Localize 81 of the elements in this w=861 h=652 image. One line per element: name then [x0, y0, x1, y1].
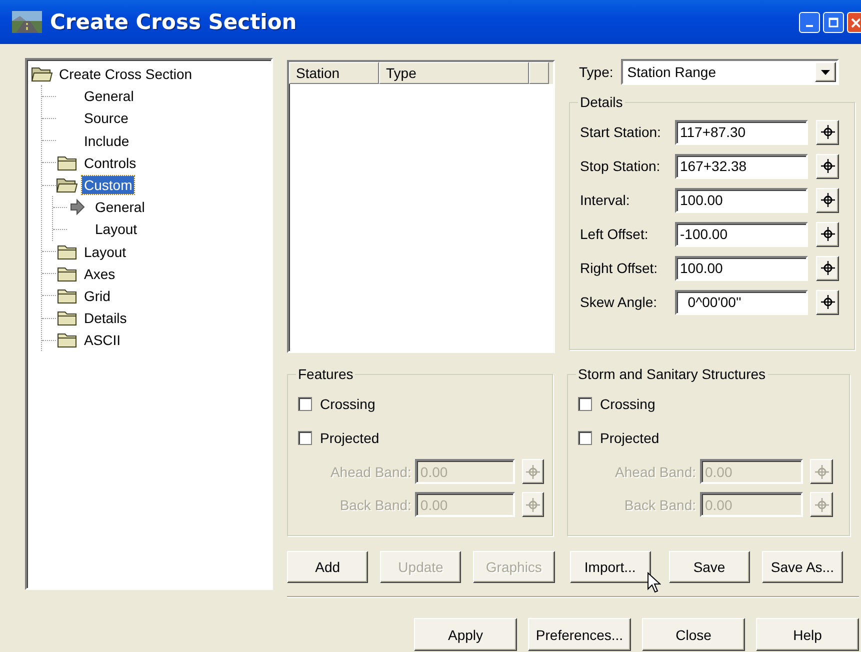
checkbox[interactable] [298, 431, 312, 445]
tree-item[interactable]: Layout [82, 242, 128, 261]
group-title: Details [578, 94, 625, 110]
checkbox-label: Crossing [600, 396, 656, 412]
close-button[interactable] [847, 12, 861, 32]
close-icon [850, 16, 860, 28]
field-label: Ahead Band: [614, 464, 697, 480]
action-button[interactable]: Import... [570, 551, 651, 583]
column-header[interactable]: Type [379, 62, 529, 84]
tree-item[interactable]: Custom [82, 176, 134, 194]
dialog-button[interactable]: Preferences... [528, 618, 631, 651]
type-dropdown[interactable]: Station Range [621, 59, 840, 85]
tree-item[interactable]: General [82, 87, 136, 106]
input-field[interactable]: 167+32.38 [675, 154, 808, 178]
dropdown-button[interactable] [815, 62, 836, 82]
window-title: Create Cross Section [50, 10, 297, 34]
minimize-button[interactable] [799, 12, 820, 32]
input-field[interactable]: -100.00 [675, 222, 808, 246]
tree-item[interactable]: Controls [82, 154, 138, 172]
pick-button[interactable] [816, 290, 839, 314]
field-label: Back Band: [623, 496, 697, 512]
dialog-button[interactable]: Apply [414, 618, 517, 651]
dialog-button[interactable]: Help [756, 618, 859, 651]
field-label: Ahead Band: [329, 464, 412, 480]
tree-item[interactable]: ASCII [82, 331, 123, 350]
checkbox-label: Projected [600, 430, 660, 446]
checkbox[interactable] [578, 431, 592, 445]
crosshair-icon [526, 498, 540, 512]
checkbox[interactable] [578, 397, 592, 411]
field-label: Back Band: [338, 496, 412, 512]
app-icon [12, 11, 42, 33]
caret-icon [821, 70, 830, 74]
crosshair-icon [526, 464, 540, 478]
maximize-button[interactable] [823, 12, 844, 32]
field-label: Skew Angle: [580, 294, 658, 310]
input-field[interactable]: 100.00 [675, 256, 808, 280]
type-label: Type: [579, 64, 614, 80]
input-field[interactable]: 117+87.30 [675, 120, 808, 144]
checkbox[interactable] [298, 397, 312, 411]
station-list[interactable]: Station Type [287, 60, 555, 353]
action-button[interactable]: Save [668, 551, 750, 583]
action-button[interactable]: Save As... [762, 551, 844, 583]
minimize-icon [806, 25, 813, 27]
crosshair-icon [820, 295, 834, 309]
crosshair-icon [820, 125, 834, 139]
tree-item[interactable]: Include [82, 132, 132, 150]
field-label: Start Station: [580, 124, 662, 140]
crosshair-icon [814, 498, 828, 512]
pointer-cursor-icon [647, 572, 661, 594]
pick-button[interactable] [816, 154, 839, 178]
maximize-icon [828, 16, 839, 28]
input-field[interactable]: 0^00'00'' [675, 290, 808, 314]
crosshair-icon [820, 261, 834, 275]
crosshair-icon [820, 159, 834, 173]
header-filler [529, 62, 549, 84]
pick-button[interactable] [816, 256, 839, 280]
field-label: Interval: [580, 192, 631, 208]
tree-item[interactable]: Grid [82, 286, 112, 305]
tree-item[interactable]: Details [82, 309, 129, 328]
group-title: Features [296, 366, 356, 382]
action-button[interactable]: Add [287, 551, 368, 583]
checkbox-label: Crossing [320, 396, 376, 412]
dialog-button[interactable]: Close [642, 618, 745, 651]
field-label: Stop Station: [580, 158, 662, 174]
pick-button[interactable] [816, 222, 839, 246]
tree-item[interactable]: Create Cross Section [57, 65, 194, 84]
checkbox-label: Projected [320, 430, 380, 446]
crosshair-icon [814, 464, 828, 478]
field-label: Right Offset: [580, 260, 659, 276]
tree-item[interactable]: General [93, 198, 147, 216]
tree-item[interactable]: Source [82, 109, 130, 128]
tree-item[interactable]: Axes [82, 264, 118, 283]
pick-button[interactable] [816, 120, 839, 144]
group-title: Storm and Sanitary Structures [576, 366, 768, 382]
tree-item[interactable]: Layout [93, 220, 140, 238]
crosshair-icon [820, 193, 834, 207]
field-label: Left Offset: [580, 226, 650, 242]
pick-button[interactable] [816, 188, 839, 212]
input-field[interactable]: 100.00 [675, 188, 808, 212]
column-header[interactable]: Station [289, 62, 379, 84]
crosshair-icon [820, 227, 834, 241]
